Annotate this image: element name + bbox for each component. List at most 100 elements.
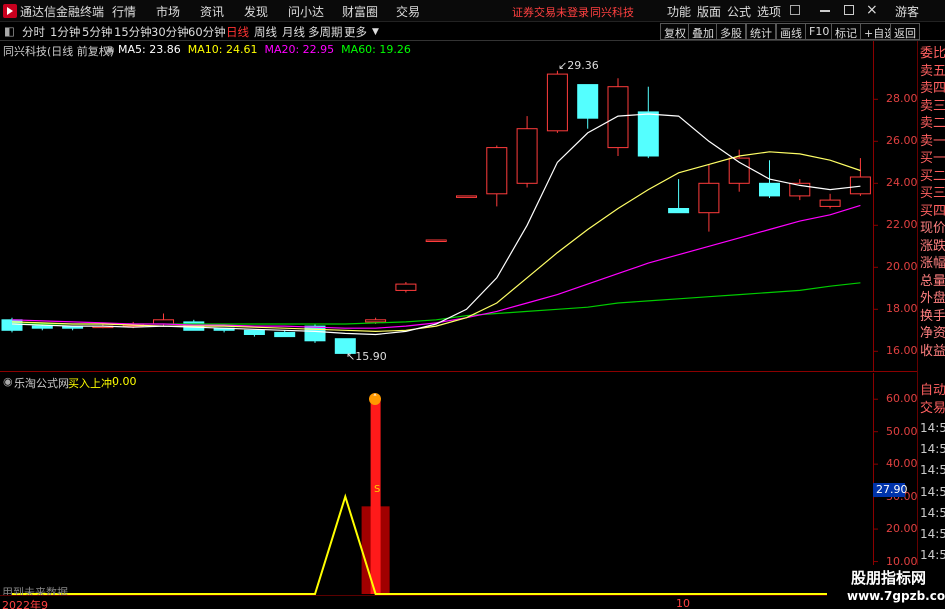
period-5min[interactable]: 5分钟 xyxy=(82,24,112,40)
candle xyxy=(243,329,265,337)
period-month[interactable]: 月线 xyxy=(282,24,305,40)
trade-time: 14:55 xyxy=(920,421,945,435)
menu-item-xuanxiang[interactable]: 选项 xyxy=(757,3,781,20)
sub-y-tick-label: 60.00 xyxy=(886,392,918,406)
f10-button[interactable]: F10 xyxy=(805,23,834,40)
sub-y-tick-label: 50.00 xyxy=(886,424,918,438)
watermark-box: 股朋指标网 www.7gpzb.com xyxy=(827,565,945,609)
candle xyxy=(698,164,720,232)
indicator-svg xyxy=(12,398,917,595)
quote-label: 卖三 xyxy=(920,98,945,114)
date-label-mid: 10 xyxy=(676,597,690,609)
candle xyxy=(668,179,690,214)
menu-item-faxian[interactable]: 发现 xyxy=(244,3,268,20)
menu-item-caifuquan[interactable]: 财富圈 xyxy=(342,3,378,20)
overlay-button[interactable]: 叠加 xyxy=(688,23,718,40)
period-week[interactable]: 周线 xyxy=(254,24,277,40)
menu-bar: 通达信金融终端 行情 市场 资讯 发现 问小达 财富圈 交易 证券交易未登录 同… xyxy=(0,0,945,22)
period-more[interactable]: 更多 xyxy=(344,24,367,40)
candle xyxy=(637,86,659,159)
quote-label: 涨跌 xyxy=(920,238,945,254)
quote-label: 总量 xyxy=(920,273,945,289)
trade-time: 14:56 xyxy=(920,442,945,457)
signal-up-icon: ˄ xyxy=(369,393,381,405)
current-stock-title: 同兴科技 xyxy=(590,6,634,19)
quote-label: 卖二 xyxy=(920,116,945,131)
period-1min[interactable]: 1分钟 xyxy=(50,24,80,40)
period-toolbar: ◧ 分时 1分钟 5分钟 15分钟 30分钟 60分钟 日线 周线 月线 多周期… xyxy=(0,22,945,41)
draw-line-button[interactable]: 画线 xyxy=(776,23,806,40)
quote-label: 收益 xyxy=(920,343,945,359)
window-switch-icon[interactable] xyxy=(790,5,800,15)
quote-label: 净资 xyxy=(920,326,945,341)
guest-label[interactable]: 游客 xyxy=(895,3,919,20)
kline-chart-panel[interactable]: 同兴科技(日线 前复权) ◉ MA5: 23.86 MA10: 24.61 MA… xyxy=(0,41,918,372)
trade-time: 14:56 xyxy=(920,527,945,541)
menu-item-banmian[interactable]: 版面 xyxy=(697,3,721,20)
y-tick-label: 22.00 xyxy=(886,218,918,232)
candle xyxy=(395,282,417,293)
buy-signal-line xyxy=(12,493,917,595)
quote-label: 换手 xyxy=(920,308,945,324)
candle xyxy=(546,70,568,133)
trade-login-warning[interactable]: 证券交易未登录 xyxy=(512,4,589,20)
fuquan-button[interactable]: 复权 xyxy=(660,23,690,40)
menu-item-zixun[interactable]: 资讯 xyxy=(200,3,224,20)
app-title: 通达信金融终端 xyxy=(20,5,105,19)
y-tick-label: 16.00 xyxy=(886,344,918,358)
y-tick-label: 26.00 xyxy=(886,134,918,148)
quote-label: 买二 xyxy=(920,168,945,184)
candle xyxy=(819,193,841,209)
menu-item-hangqing[interactable]: 行情 xyxy=(112,3,136,20)
statistics-button[interactable]: 统计 xyxy=(746,23,776,40)
close-icon[interactable]: × xyxy=(866,2,878,18)
period-day[interactable]: 日线 xyxy=(226,24,249,40)
watermark-line1: 股朋指标网 xyxy=(851,569,927,587)
y-tick-label: 28.00 xyxy=(886,92,918,106)
candle xyxy=(456,195,477,198)
candle xyxy=(486,145,508,207)
watermark-line2: www.7gpzb.com xyxy=(847,589,945,603)
y-axis-line xyxy=(873,41,874,372)
menu-item-gongneng[interactable]: 功能 xyxy=(667,3,691,20)
menu-item-wenxiaoda[interactable]: 问小达 xyxy=(288,3,324,20)
sub-y-tick-label: 40.00 xyxy=(886,457,918,471)
back-button[interactable]: 返回 xyxy=(890,23,920,40)
menu-item-gongshi[interactable]: 公式 xyxy=(727,3,751,20)
maximize-icon[interactable] xyxy=(844,5,854,15)
period-60min[interactable]: 60分钟 xyxy=(188,24,226,40)
signal-s-marker: S xyxy=(374,484,381,495)
period-fenshi[interactable]: 分时 xyxy=(22,24,45,40)
period-30min[interactable]: 30分钟 xyxy=(151,24,189,40)
quote-label: 买三 xyxy=(920,186,945,201)
more-chevron-icon[interactable]: ▼ xyxy=(372,27,379,37)
quote-label: 外盘 xyxy=(920,291,945,306)
menu-item-jiaoyi[interactable]: 交易 xyxy=(396,3,420,20)
indicator-panel[interactable]: ◉ 乐淘公式网 买入上冲: 0.00 60.0050.0040.0030.002… xyxy=(0,373,918,601)
mark-button[interactable]: 标记 xyxy=(831,23,861,40)
trade-label[interactable]: 交易 xyxy=(920,400,945,418)
menu-item-shichang[interactable]: 市场 xyxy=(156,3,180,20)
signal-bar xyxy=(370,399,381,594)
sub-y-tick-label: 20.00 xyxy=(886,522,918,536)
right-quote-panel: 委比 卖五 卖四 卖三 卖二 卖一 买一 买二 买三 买四 现价 涨跌 涨幅 总量 外盘 换手 净资 收益 自动 交易… xyxy=(917,41,945,609)
y-tick-label: 18.00 xyxy=(886,302,918,316)
app-window: 通达信金融终端 行情 市场 资讯 发现 问小达 财富圈 交易 证券交易未登录 同… xyxy=(0,0,945,609)
trade-label[interactable]: 自动 xyxy=(920,382,945,400)
date-axis: 2022年9 10 xyxy=(0,595,917,609)
period-multi[interactable]: 多周期 xyxy=(308,24,343,40)
quote-label: 现价 xyxy=(920,221,945,236)
minimize-icon[interactable] xyxy=(820,10,830,12)
quote-label: 委比 xyxy=(920,46,945,61)
current-value-tag: 27.90 xyxy=(873,483,908,497)
candle xyxy=(607,78,629,156)
quote-label: 卖一 xyxy=(920,133,945,149)
multi-stock-button[interactable]: 多股 xyxy=(716,23,746,40)
period-15min[interactable]: 15分钟 xyxy=(114,24,152,40)
quote-label: 买四 xyxy=(920,203,945,219)
candle xyxy=(577,84,599,129)
candle xyxy=(789,179,811,201)
trade-time: 14:56 xyxy=(920,505,945,520)
toolbar-menu-icon[interactable]: ◧ xyxy=(4,24,15,38)
candle xyxy=(425,239,447,242)
